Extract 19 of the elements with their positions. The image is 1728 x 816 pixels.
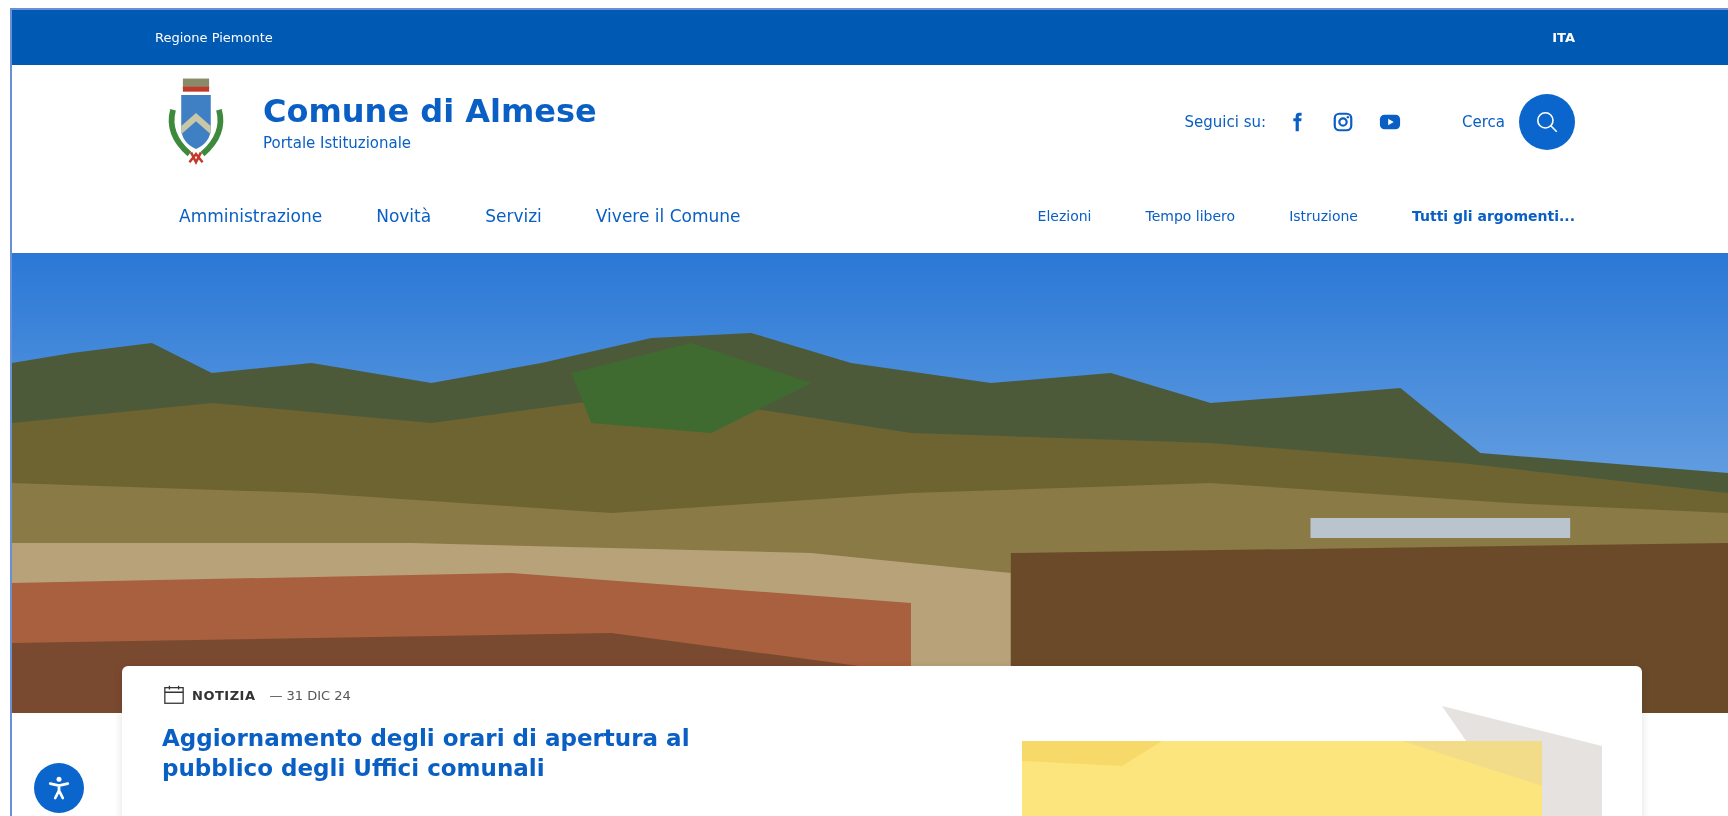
nav-link[interactable]: Amministrazione	[179, 206, 323, 226]
region-link[interactable]: Regione Piemonte	[155, 30, 273, 45]
site-title[interactable]: Comune di Almese	[263, 92, 597, 130]
instagram-icon[interactable]	[1332, 111, 1354, 133]
search-icon	[1534, 109, 1560, 135]
follow-label: Seguici su:	[1184, 113, 1266, 131]
news-title-link[interactable]: Aggiornamento degli orari di apertura al pubblico degli Uffici comunali	[162, 724, 722, 784]
nav-link[interactable]: Servizi	[485, 206, 542, 226]
nav-link[interactable]: Novità	[376, 206, 432, 226]
site-subtitle: Portale Istituzionale	[263, 134, 413, 152]
topic-link[interactable]: Istruzione	[1289, 208, 1358, 224]
search-label[interactable]: Cerca	[1462, 113, 1505, 131]
topic-link[interactable]: Tempo libero	[1145, 208, 1236, 224]
topic-link[interactable]: Elezioni	[1037, 208, 1092, 224]
language-link[interactable]: ITA	[1552, 30, 1575, 45]
search-button[interactable]	[1519, 94, 1575, 150]
topic-link[interactable]: Tutti gli argomenti...	[1411, 208, 1575, 224]
accessibility-button[interactable]	[34, 763, 84, 813]
nav-link[interactable]: Vivere il Comune	[595, 206, 741, 226]
